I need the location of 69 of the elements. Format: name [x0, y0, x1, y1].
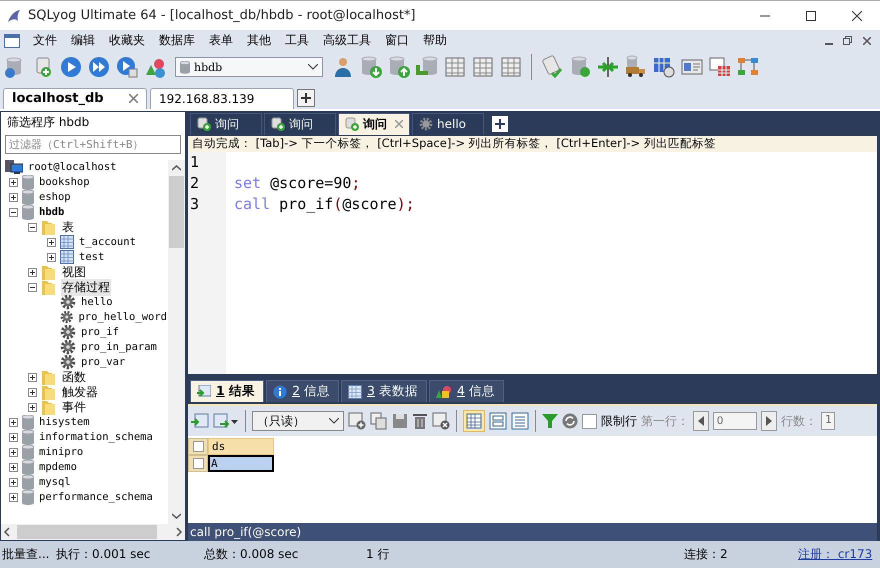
- tree-item[interactable]: mpdemo: [38, 461, 78, 474]
- result-tab[interactable]: 4 信息: [428, 380, 504, 402]
- menu-item[interactable]: 数据库: [152, 30, 202, 52]
- panel-title: 筛选程序 hbdb: [6, 114, 90, 132]
- menu-item[interactable]: 其他: [240, 30, 278, 52]
- database-select[interactable]: hbdb: [175, 57, 323, 78]
- status-text: 执行：0.001 sec: [55, 546, 152, 563]
- query-tab[interactable]: 询问: [338, 112, 410, 135]
- menu-item[interactable]: 高级工具: [316, 30, 378, 52]
- code-line: set @score=90;: [234, 174, 360, 192]
- tree-item[interactable]: hisystem: [38, 416, 91, 428]
- menu-item[interactable]: 表单: [202, 30, 240, 52]
- first-row-field[interactable]: 0: [713, 412, 757, 430]
- query-tab[interactable]: 询问: [190, 112, 262, 135]
- tree-item[interactable]: bookshop: [38, 176, 91, 188]
- query-text: call pro_if(@score): [190, 524, 302, 539]
- tree-item[interactable]: pro_if: [80, 326, 120, 338]
- line-number: 3: [189, 194, 200, 216]
- tree-item[interactable]: minipro: [38, 446, 84, 458]
- mode-select[interactable]: （只读）: [252, 411, 344, 432]
- tree-item[interactable]: information_schema: [38, 431, 154, 444]
- field-label: 第一行：: [641, 412, 689, 430]
- window-title: SQLyog Ultimate 64 - [localhost_db/hbdb - root@localhost*]: [28, 8, 417, 23]
- status-text: 批量查...: [1, 546, 50, 563]
- query-tab[interactable]: hello: [412, 112, 484, 135]
- line-number: 2: [189, 173, 200, 194]
- result-tab[interactable]: 1 结果: [190, 380, 264, 402]
- status-text: 1 行: [365, 546, 390, 563]
- menu-item[interactable]: 编辑: [64, 30, 102, 52]
- tree-item[interactable]: eshop: [38, 191, 72, 204]
- tree-item[interactable]: performance_schema: [38, 491, 154, 504]
- checkbox-label: 限制行: [601, 412, 637, 430]
- tree-item[interactable]: mysql: [38, 476, 72, 488]
- tree-item[interactable]: 事件: [61, 398, 87, 416]
- query-tab[interactable]: 询问: [264, 112, 336, 135]
- status-text: 连接：2: [683, 546, 729, 563]
- menu-item[interactable]: 收藏夹: [102, 30, 152, 52]
- tree-item[interactable]: t_account: [78, 236, 137, 248]
- menu-item[interactable]: 帮助: [416, 30, 454, 52]
- tree-item[interactable]: hbdb: [38, 206, 66, 218]
- tree-item[interactable]: 表: [61, 218, 75, 236]
- tree-item[interactable]: 函数: [61, 368, 87, 386]
- status-text: 总数：0.008 sec: [203, 546, 300, 563]
- menu-item[interactable]: 工具: [278, 30, 316, 52]
- tree-item[interactable]: pro_hello_word: [77, 311, 168, 324]
- tree-item[interactable]: hello: [80, 296, 114, 308]
- menu-item[interactable]: 窗口: [378, 30, 416, 52]
- column-header[interactable]: ds: [208, 438, 274, 455]
- tree-item[interactable]: 触发器: [61, 384, 99, 401]
- connection-tab[interactable]: 192.168.83.139: [150, 88, 294, 109]
- register-link[interactable]: 注册： cr173: [798, 546, 872, 563]
- autocomplete-hint: 自动完成： [Tab]-> 下一个标签， [Ctrl+Space]-> 列出所有标签， [Ctrl+Enter]-> 列出匹配标签: [188, 136, 877, 152]
- table-cell[interactable]: A: [208, 454, 274, 472]
- field-label: 行数：: [781, 412, 817, 430]
- row-count-field[interactable]: 1: [821, 412, 835, 430]
- tree-item[interactable]: 视图: [61, 264, 87, 281]
- menu-item[interactable]: 文件: [26, 30, 64, 52]
- result-tab[interactable]: 3 表数据: [341, 380, 427, 402]
- tree-item[interactable]: root@localhost: [27, 161, 118, 174]
- tree-item[interactable]: 存储过程: [61, 278, 111, 296]
- sql-editor[interactable]: 1 2 3 set @score=90; call pro_if(@score);: [188, 152, 877, 374]
- tree-item[interactable]: test: [78, 251, 106, 264]
- tree-item[interactable]: pro_in_param: [80, 341, 158, 354]
- tree-item[interactable]: pro_var: [80, 356, 126, 368]
- code-line: call pro_if(@score);: [234, 195, 415, 214]
- filter-field[interactable]: 过滤器（Ctrl+Shift+B）: [5, 134, 181, 154]
- result-tab[interactable]: 2 信息: [266, 380, 339, 402]
- line-number: 1: [189, 152, 200, 174]
- connection-tab[interactable]: localhost_db: [3, 88, 147, 109]
